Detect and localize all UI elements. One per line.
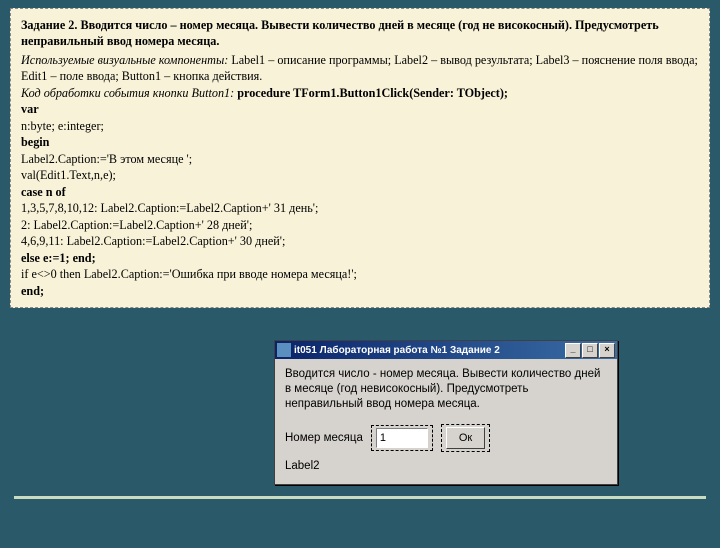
code-l6: case n of bbox=[21, 184, 699, 200]
app-icon bbox=[277, 343, 291, 357]
maximize-button[interactable]: □ bbox=[582, 343, 598, 358]
handler-prefix: Код обработки события кнопки Button1: bbox=[21, 86, 234, 100]
code-l8: 2: Label2.Caption:=Label2.Caption+' 28 д… bbox=[21, 217, 699, 233]
code-l3: begin bbox=[21, 134, 699, 150]
code-l12: end; bbox=[21, 283, 699, 299]
input-row: Номер месяца 1 Ок bbox=[285, 424, 607, 452]
month-input[interactable]: 1 bbox=[376, 428, 428, 448]
client-area: Вводится число - номер месяца. Вывести к… bbox=[275, 359, 617, 484]
code-l9: 4,6,9,11: Label2.Caption:=Label2.Caption… bbox=[21, 233, 699, 249]
minimize-button[interactable]: _ bbox=[565, 343, 581, 358]
input-label: Номер месяца bbox=[285, 432, 363, 444]
code-l11: if e<>0 then Label2.Caption:='Ошибка при… bbox=[21, 266, 699, 282]
task-text-panel: Задание 2. Вводится число – номер месяца… bbox=[10, 8, 710, 308]
edit-wrapper: 1 bbox=[371, 425, 433, 451]
titlebar-buttons: _ □ × bbox=[565, 343, 615, 358]
components-line: Используемые визуальные компоненты: Labe… bbox=[21, 52, 699, 85]
code-l1: var bbox=[21, 101, 699, 117]
close-button[interactable]: × bbox=[599, 343, 615, 358]
code-l7: 1,3,5,7,8,10,12: Label2.Caption:=Label2.… bbox=[21, 200, 699, 216]
app-window: it051 Лабораторная работа №1 Задание 2 _… bbox=[274, 340, 618, 485]
code-l2: n:byte; e:integer; bbox=[21, 118, 699, 134]
code-l5: val(Edit1.Text,n,e); bbox=[21, 167, 699, 183]
titlebar[interactable]: it051 Лабораторная работа №1 Задание 2 _… bbox=[275, 341, 617, 359]
program-description: Вводится число - номер месяца. Вывести к… bbox=[285, 367, 607, 412]
task-title: Задание 2. Вводится число – номер месяца… bbox=[21, 17, 699, 50]
divider-line bbox=[14, 496, 706, 499]
code-l10: else e:=1; end; bbox=[21, 250, 699, 266]
result-label: Label2 bbox=[285, 460, 607, 472]
task-statement: Вводится число – номер месяца. Вывести к… bbox=[21, 18, 659, 48]
components-prefix: Используемые визуальные компоненты: bbox=[21, 53, 228, 67]
handler-sig: procedure TForm1.Button1Click(Sender: TO… bbox=[234, 86, 508, 100]
ok-button[interactable]: Ок bbox=[446, 427, 485, 449]
handler-line: Код обработки события кнопки Button1: pr… bbox=[21, 85, 699, 101]
window-title: it051 Лабораторная работа №1 Задание 2 bbox=[294, 345, 565, 356]
button-wrapper: Ок bbox=[441, 424, 490, 452]
task-number: Задание 2. bbox=[21, 18, 77, 32]
code-l4: Label2.Caption:='В этом месяце '; bbox=[21, 151, 699, 167]
